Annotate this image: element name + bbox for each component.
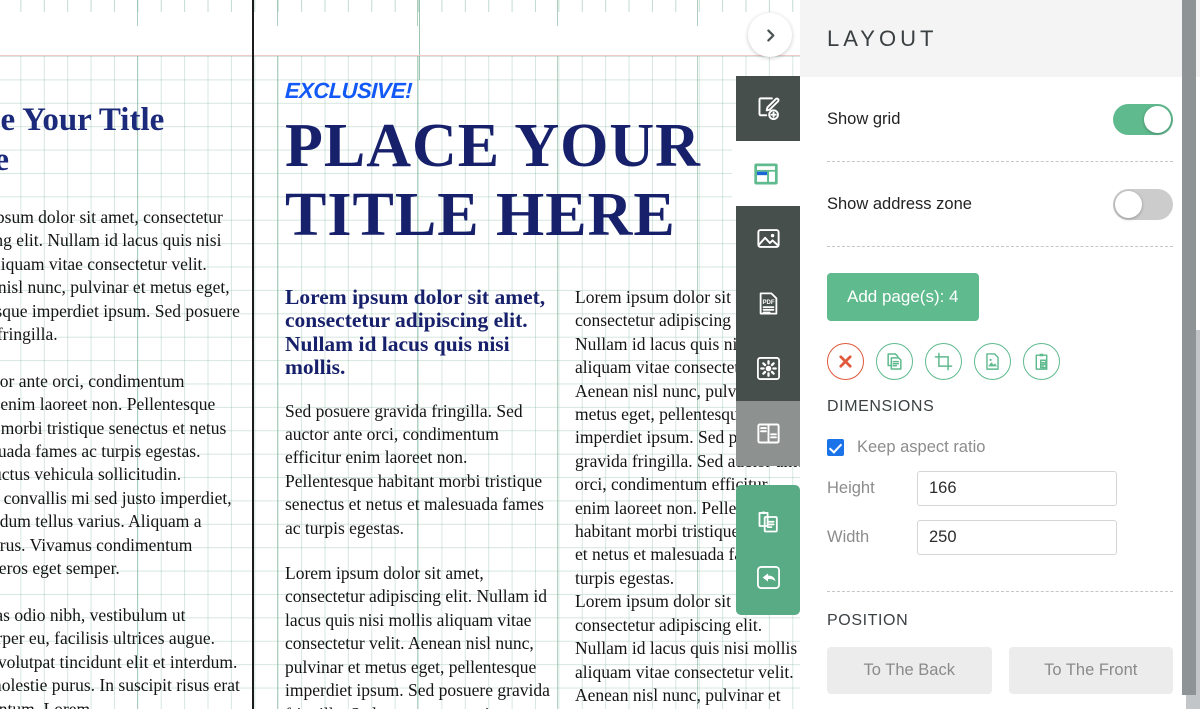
left-page-paragraph: Maecenas odio nibh, vestibulum ut ullamc…: [0, 604, 240, 709]
height-row: Height: [827, 471, 1173, 506]
left-page-content[interactable]: Place Your Title Here Lorem ipsum dolor …: [0, 100, 240, 709]
tool-settings[interactable]: [736, 336, 800, 401]
panel-body: Show grid Show address zone Add page(s):…: [800, 77, 1200, 694]
editor-tool-rail[interactable]: PDF: [732, 76, 800, 615]
image-button[interactable]: [974, 343, 1011, 380]
show-address-zone-label: Show address zone: [827, 194, 972, 213]
headline-line-2: TITLE HERE: [285, 181, 676, 249]
action-icon-row: [827, 343, 1173, 380]
column-paragraph: Sed posuere gravida fringilla. Sed aucto…: [285, 400, 544, 538]
tool-image[interactable]: [736, 206, 800, 271]
column-paragraph: Lorem ipsum dolor sit amet, consectetur …: [285, 563, 550, 709]
top-margin-guide: [0, 55, 800, 56]
image-icon: [756, 229, 780, 248]
copy-pages-icon: [887, 353, 902, 370]
tool-paste[interactable]: [736, 493, 800, 549]
left-page-title: Place Your Title Here: [0, 102, 165, 178]
column-left[interactable]: Lorem ipsum dolor sit amet, consectetur …: [285, 285, 550, 709]
settings-gear-icon: [756, 357, 780, 380]
delete-button[interactable]: [827, 343, 864, 380]
top-ruler-strip: [0, 0, 800, 80]
width-row: Width: [827, 520, 1173, 555]
collapse-panel-button[interactable]: [748, 13, 792, 57]
tool-pdf[interactable]: PDF: [736, 271, 800, 336]
main-page-header[interactable]: EXCLUSIVE! PLACE YOUR TITLE HERE: [285, 78, 785, 250]
panel-scrollbar-thumb[interactable]: [1182, 0, 1196, 695]
tool-add-page[interactable]: [736, 76, 800, 141]
document-canvas[interactable]: Place Your Title Here Lorem ipsum dolor …: [0, 0, 800, 709]
left-page-paragraph: Lorem ipsum dolor sit amet, consectetur …: [0, 207, 240, 345]
keep-aspect-ratio-row: Keep aspect ratio: [827, 438, 1173, 457]
tool-layout[interactable]: [732, 141, 800, 206]
page-spread-icon: [756, 423, 780, 444]
image-file-icon: [986, 353, 999, 370]
height-label: Height: [827, 479, 875, 497]
position-section-heading: POSITION: [827, 612, 909, 629]
properties-panel: LAYOUT Show grid Show address zone Add p…: [800, 0, 1200, 709]
crop-icon: [934, 352, 953, 371]
show-grid-row: Show grid: [827, 77, 1173, 161]
width-label: Width: [827, 528, 870, 546]
add-page-icon: [758, 97, 779, 121]
tool-page-spread[interactable]: [736, 401, 800, 466]
divider: [827, 591, 1173, 592]
position-button-row: To The Back To The Front: [827, 647, 1173, 694]
undo-arrow-icon: [756, 565, 780, 589]
divider: [827, 246, 1173, 247]
dimensions-section-heading: DIMENSIONS: [827, 398, 935, 415]
column-left-body: Sed posuere gravida fringilla. Sed aucto…: [285, 400, 550, 709]
to-the-back-button[interactable]: To The Back: [827, 647, 992, 694]
toggle-knob: [1144, 105, 1171, 133]
ruler-major-ticks: [0, 0, 800, 26]
show-address-zone-toggle[interactable]: [1113, 188, 1173, 220]
headline-text: PLACE YOUR TITLE HERE: [285, 112, 785, 250]
height-input[interactable]: [917, 471, 1117, 506]
left-page-body: Lorem ipsum dolor sit amet, consectetur …: [0, 206, 240, 709]
column-left-heading: Lorem ipsum dolor sit amet, consectetur …: [285, 285, 546, 380]
ruler-center-guide: [419, 0, 420, 80]
keep-aspect-ratio-label: Keep aspect ratio: [857, 438, 986, 456]
crop-button[interactable]: [925, 343, 962, 380]
tool-undo[interactable]: [736, 549, 800, 605]
paste-button[interactable]: [1023, 343, 1060, 380]
show-grid-toggle[interactable]: [1113, 103, 1173, 135]
chevron-right-icon: [766, 28, 774, 42]
show-grid-label: Show grid: [827, 109, 901, 128]
tool-rail-gap: [736, 466, 800, 485]
panel-title: LAYOUT: [827, 25, 938, 51]
toggle-knob: [1115, 190, 1142, 218]
page-separator-line: [252, 0, 254, 709]
headline-line-1: PLACE YOUR: [285, 112, 701, 180]
pdf-icon: PDF: [759, 292, 777, 315]
tool-rail-clipboard-group[interactable]: [736, 485, 800, 615]
layout-icon: [754, 163, 778, 184]
width-input[interactable]: [917, 520, 1117, 555]
keep-aspect-ratio-checkbox[interactable]: [827, 439, 844, 456]
left-page-paragraph: Sed auctor ante orci, condimentum effici…: [0, 370, 232, 579]
to-the-front-button[interactable]: To The Front: [1008, 647, 1173, 694]
show-address-zone-row: Show address zone: [827, 162, 1173, 246]
eyebrow-label: EXCLUSIVE!: [284, 78, 413, 103]
page-columns: Lorem ipsum dolor sit amet, consectetur …: [285, 285, 800, 709]
close-x-icon: [839, 355, 852, 368]
paste-clipboard-icon: [758, 510, 778, 532]
svg-text:PDF: PDF: [762, 300, 774, 306]
duplicate-button[interactable]: [876, 343, 913, 380]
clipboard-paste-icon: [1035, 353, 1048, 370]
panel-header: LAYOUT: [800, 0, 1200, 77]
add-pages-button[interactable]: Add page(s): 4: [827, 273, 979, 321]
